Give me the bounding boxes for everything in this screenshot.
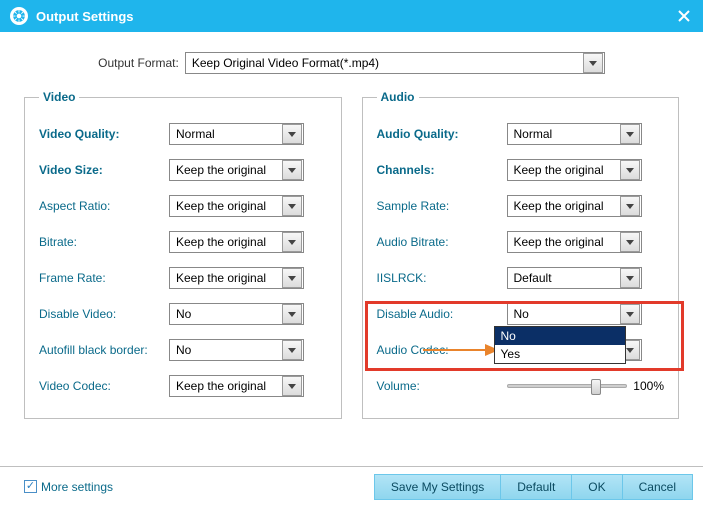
disable-video-label: Disable Video: [39, 307, 169, 321]
output-format-select[interactable]: Keep Original Video Format(*.mp4) [185, 52, 605, 74]
video-legend: Video [39, 90, 79, 104]
chevron-down-icon[interactable] [620, 304, 640, 324]
volume-thumb[interactable] [591, 379, 601, 395]
disable-audio-select[interactable]: No [507, 303, 642, 325]
chevron-down-icon[interactable] [282, 124, 302, 144]
frame-rate-label: Frame Rate: [39, 271, 169, 285]
disable-audio-dropdown[interactable]: No Yes [494, 326, 626, 364]
video-size-select[interactable]: Keep the original [169, 159, 304, 181]
output-format-label: Output Format: [98, 56, 179, 70]
dropdown-option-no[interactable]: No [495, 327, 625, 345]
ok-button[interactable]: OK [572, 474, 622, 500]
aspect-ratio-label: Aspect Ratio: [39, 199, 169, 213]
video-size-label: Video Size: [39, 163, 169, 177]
autofill-select[interactable]: No [169, 339, 304, 361]
cancel-button[interactable]: Cancel [623, 474, 693, 500]
channels-label: Channels: [377, 163, 507, 177]
window-title: Output Settings [36, 9, 134, 24]
video-bitrate-label: Bitrate: [39, 235, 169, 249]
close-button[interactable] [675, 7, 693, 25]
video-panel: Video Video Quality:Normal Video Size:Ke… [24, 90, 342, 419]
audio-legend: Audio [377, 90, 419, 104]
chevron-down-icon[interactable] [620, 160, 640, 180]
chevron-down-icon[interactable] [282, 340, 302, 360]
audio-quality-label: Audio Quality: [377, 127, 507, 141]
chevron-down-icon[interactable] [282, 196, 302, 216]
disable-video-select[interactable]: No [169, 303, 304, 325]
chevron-down-icon[interactable] [282, 160, 302, 180]
chevron-down-icon[interactable] [282, 268, 302, 288]
audio-panel: Audio Audio Quality:Normal Channels:Keep… [362, 90, 680, 419]
more-settings-label: More settings [41, 480, 113, 494]
chevron-down-icon[interactable] [620, 124, 640, 144]
sample-rate-label: Sample Rate: [377, 199, 507, 213]
audio-bitrate-select[interactable]: Keep the original [507, 231, 642, 253]
more-settings-checkbox[interactable] [24, 480, 37, 493]
chevron-down-icon[interactable] [620, 196, 640, 216]
video-quality-label: Video Quality: [39, 127, 169, 141]
app-icon [10, 7, 28, 25]
chevron-down-icon[interactable] [282, 376, 302, 396]
aspect-ratio-select[interactable]: Keep the original [169, 195, 304, 217]
video-quality-select[interactable]: Normal [169, 123, 304, 145]
video-bitrate-select[interactable]: Keep the original [169, 231, 304, 253]
volume-value: 100% [633, 379, 664, 393]
video-codec-select[interactable]: Keep the original [169, 375, 304, 397]
disable-audio-label: Disable Audio: [377, 307, 507, 321]
iislrck-select[interactable]: Default [507, 267, 642, 289]
default-button[interactable]: Default [501, 474, 572, 500]
sample-rate-select[interactable]: Keep the original [507, 195, 642, 217]
frame-rate-select[interactable]: Keep the original [169, 267, 304, 289]
chevron-down-icon[interactable] [620, 232, 640, 252]
save-settings-button[interactable]: Save My Settings [374, 474, 501, 500]
volume-label: Volume: [377, 379, 507, 393]
chevron-down-icon[interactable] [583, 53, 603, 73]
video-codec-label: Video Codec: [39, 379, 169, 393]
audio-quality-select[interactable]: Normal [507, 123, 642, 145]
annotation-arrow-icon [421, 342, 499, 358]
more-settings-toggle[interactable]: More settings [24, 480, 113, 494]
chevron-down-icon[interactable] [282, 232, 302, 252]
chevron-down-icon[interactable] [620, 268, 640, 288]
audio-bitrate-label: Audio Bitrate: [377, 235, 507, 249]
chevron-down-icon[interactable] [282, 304, 302, 324]
title-bar: Output Settings [0, 0, 703, 32]
footer-bar: More settings Save My Settings Default O… [0, 466, 703, 506]
autofill-label: Autofill black border: [39, 343, 169, 357]
volume-slider[interactable] [507, 384, 628, 388]
dropdown-option-yes[interactable]: Yes [495, 345, 625, 363]
iislrck-label: IISLRCK: [377, 271, 507, 285]
channels-select[interactable]: Keep the original [507, 159, 642, 181]
output-format-value: Keep Original Video Format(*.mp4) [186, 56, 583, 70]
